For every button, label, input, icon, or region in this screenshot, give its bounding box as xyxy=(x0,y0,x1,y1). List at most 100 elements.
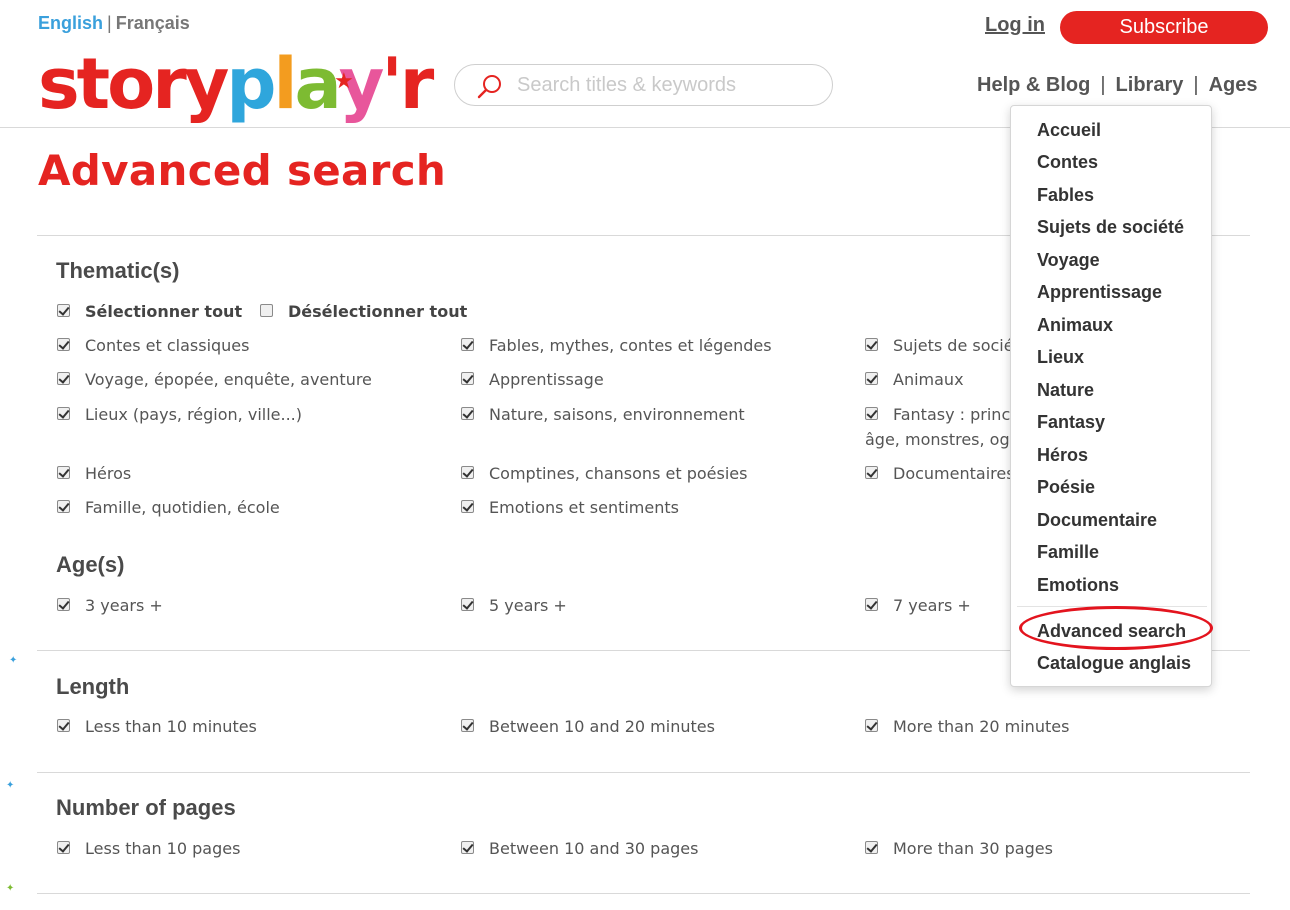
pages-title: Number of pages xyxy=(56,795,236,820)
pages-label: More than 30 pages xyxy=(893,839,1053,858)
age-checkbox[interactable] xyxy=(865,598,878,611)
dropdown-separator xyxy=(1017,606,1207,607)
thematic-label: Emotions et sentiments xyxy=(489,498,679,517)
section-divider xyxy=(37,893,1250,894)
dropdown-item-sujets[interactable]: Sujets de société xyxy=(1037,217,1184,238)
thematic-label: Voyage, épopée, enquête, aventure xyxy=(85,370,372,389)
dropdown-item-poesie[interactable]: Poésie xyxy=(1037,477,1095,498)
lang-english-link[interactable]: English xyxy=(38,13,103,33)
top-navigation: Help & Blog | Library | Ages xyxy=(977,74,1257,97)
thematic-checkbox[interactable] xyxy=(865,466,878,479)
dropdown-item-emotions[interactable]: Emotions xyxy=(1037,575,1119,596)
age-label: 5 years + xyxy=(489,596,567,615)
nav-divider: | xyxy=(1100,74,1106,96)
deselect-all-label: Désélectionner tout xyxy=(288,302,468,321)
nav-library[interactable]: Library xyxy=(1116,74,1184,96)
search-bar xyxy=(454,64,833,106)
ages-title: Age(s) xyxy=(56,552,125,577)
age-label: 7 years + xyxy=(893,596,971,615)
sparkle-icon: ✦ xyxy=(6,883,15,894)
dropdown-item-fables[interactable]: Fables xyxy=(1037,185,1094,206)
dropdown-item-voyage[interactable]: Voyage xyxy=(1037,250,1100,271)
logo-part-r: 'r xyxy=(381,43,434,125)
pages-checkbox[interactable] xyxy=(461,841,474,854)
thematic-checkbox[interactable] xyxy=(865,338,878,351)
search-input[interactable] xyxy=(517,71,817,99)
dropdown-item-lieux[interactable]: Lieux xyxy=(1037,347,1084,368)
logo-star-icon: ★ xyxy=(334,69,354,94)
length-title: Length xyxy=(56,674,130,699)
length-checkbox[interactable] xyxy=(865,719,878,732)
deselect-all-checkbox[interactable] xyxy=(260,304,273,317)
logo-part-story: story xyxy=(38,43,229,125)
dropdown-item-famille[interactable]: Famille xyxy=(1037,542,1099,563)
thematic-checkbox[interactable] xyxy=(461,372,474,385)
dropdown-item-nature[interactable]: Nature xyxy=(1037,380,1094,401)
thematic-checkbox[interactable] xyxy=(461,466,474,479)
dropdown-item-accueil[interactable]: Accueil xyxy=(1037,120,1101,141)
thematic-label: Fantasy : prince xyxy=(893,405,1021,424)
pages-checkbox[interactable] xyxy=(865,841,878,854)
length-checkbox[interactable] xyxy=(461,719,474,732)
dropdown-item-heros[interactable]: Héros xyxy=(1037,445,1088,466)
thematic-label: Fables, mythes, contes et légendes xyxy=(489,336,772,355)
dropdown-item-animaux[interactable]: Animaux xyxy=(1037,315,1113,336)
sparkle-icon: ✦ xyxy=(6,780,15,791)
thematic-label: Lieux (pays, région, ville...) xyxy=(85,405,302,424)
dropdown-item-catalogue-anglais[interactable]: Catalogue anglais xyxy=(1037,653,1191,674)
thematic-label: Animaux xyxy=(893,370,964,389)
thematic-label: Apprentissage xyxy=(489,370,604,389)
select-all-checkbox[interactable] xyxy=(57,304,70,317)
dropdown-item-apprentissage[interactable]: Apprentissage xyxy=(1037,282,1162,303)
thematic-label: Comptines, chansons et poésies xyxy=(489,464,748,483)
subscribe-button[interactable]: Subscribe xyxy=(1060,11,1268,44)
section-divider xyxy=(37,772,1250,773)
dropdown-item-fantasy[interactable]: Fantasy xyxy=(1037,412,1105,433)
age-label: 3 years + xyxy=(85,596,163,615)
length-label: More than 20 minutes xyxy=(893,717,1070,736)
dropdown-item-advanced-search[interactable]: Advanced search xyxy=(1037,621,1186,642)
thematic-label: Documentaires xyxy=(893,464,1015,483)
ages-dropdown-menu: Accueil Contes Fables Sujets de société … xyxy=(1010,105,1212,687)
logo-part-p: p xyxy=(226,43,276,125)
dropdown-item-documentaire[interactable]: Documentaire xyxy=(1037,510,1157,531)
thematic-checkbox[interactable] xyxy=(461,500,474,513)
thematic-checkbox[interactable] xyxy=(57,407,70,420)
pages-label: Less than 10 pages xyxy=(85,839,241,858)
search-icon[interactable] xyxy=(477,73,503,99)
thematic-checkbox[interactable] xyxy=(461,407,474,420)
thematic-label: Nature, saisons, environnement xyxy=(489,405,745,424)
nav-divider: | xyxy=(1193,74,1199,96)
pages-label: Between 10 and 30 pages xyxy=(489,839,699,858)
length-checkbox[interactable] xyxy=(57,719,70,732)
storyplayr-logo[interactable]: storyplay'r ★ xyxy=(38,42,434,126)
thematic-checkbox[interactable] xyxy=(57,466,70,479)
thematic-checkbox[interactable] xyxy=(57,372,70,385)
logo-part-l: l xyxy=(273,43,297,125)
age-checkbox[interactable] xyxy=(57,598,70,611)
lang-separator: | xyxy=(107,13,112,33)
thematic-label: Contes et classiques xyxy=(85,336,250,355)
thematic-label: Famille, quotidien, école xyxy=(85,498,280,517)
login-link[interactable]: Log in xyxy=(985,14,1045,37)
thematic-label-continued: âge, monstres, ogr xyxy=(865,430,1017,449)
length-label: Between 10 and 20 minutes xyxy=(489,717,715,736)
thematic-checkbox[interactable] xyxy=(57,500,70,513)
pages-checkbox[interactable] xyxy=(57,841,70,854)
thematic-label: Héros xyxy=(85,464,132,483)
dropdown-item-contes[interactable]: Contes xyxy=(1037,152,1098,173)
thematic-checkbox[interactable] xyxy=(865,407,878,420)
select-all-label: Sélectionner tout xyxy=(85,302,243,321)
sparkle-icon: ✦ xyxy=(9,655,18,666)
nav-ages[interactable]: Ages xyxy=(1209,74,1258,96)
logo-part-a: a xyxy=(294,43,341,125)
age-checkbox[interactable] xyxy=(461,598,474,611)
thematic-checkbox[interactable] xyxy=(57,338,70,351)
thematic-checkbox[interactable] xyxy=(461,338,474,351)
language-switcher: English | Français xyxy=(38,13,190,34)
thematic-checkbox[interactable] xyxy=(865,372,878,385)
length-label: Less than 10 minutes xyxy=(85,717,257,736)
page-title: Advanced search xyxy=(38,146,447,195)
nav-help-blog[interactable]: Help & Blog xyxy=(977,74,1090,96)
lang-french-link[interactable]: Français xyxy=(116,13,190,33)
